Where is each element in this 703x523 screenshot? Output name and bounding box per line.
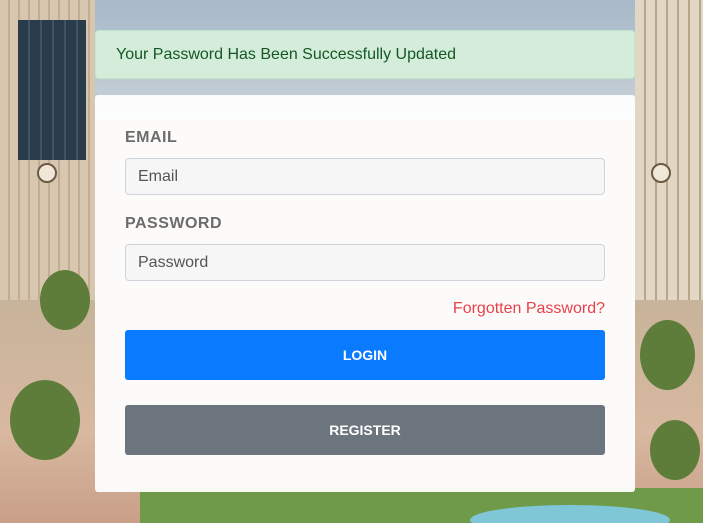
- palm-tree: [40, 270, 90, 330]
- email-label: EMAIL: [125, 129, 178, 146]
- password-field[interactable]: [125, 244, 605, 281]
- palm-tree: [640, 320, 695, 390]
- background-glass-facade: [18, 20, 86, 160]
- palm-tree: [10, 380, 80, 460]
- background-building-right: [635, 0, 703, 320]
- palm-tree: [650, 420, 700, 480]
- login-card: EMAIL PASSWORD Forgotten Password? LOGIN…: [95, 95, 635, 492]
- building-emblem-icon: [37, 163, 57, 183]
- success-alert: Your Password Has Been Successfully Upda…: [95, 30, 635, 79]
- email-field[interactable]: [125, 158, 605, 195]
- success-alert-message: Your Password Has Been Successfully Upda…: [116, 46, 457, 63]
- login-button[interactable]: LOGIN: [125, 330, 605, 380]
- forgot-password-link[interactable]: Forgotten Password?: [453, 300, 605, 318]
- register-button[interactable]: REGISTER: [125, 405, 605, 455]
- building-emblem-icon: [651, 163, 671, 183]
- password-label: PASSWORD: [125, 215, 223, 232]
